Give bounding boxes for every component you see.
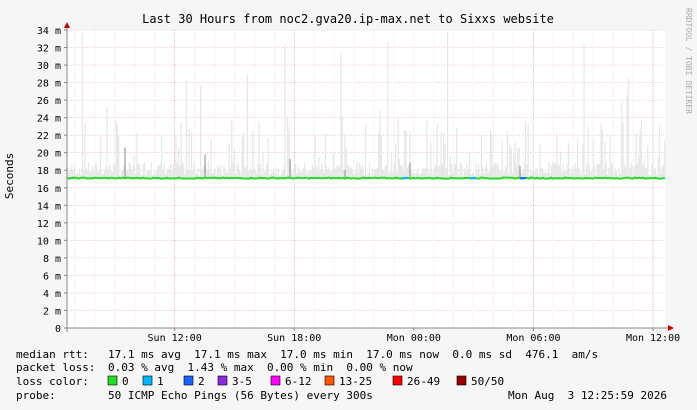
- loss-color-swatch: [270, 375, 281, 386]
- y-tick-label: 30 m: [37, 61, 61, 72]
- y-tick-label: 2 m: [43, 306, 61, 317]
- median-rtt-stats: 17.1 ms avg 17.1 ms max 17.0 ms min 17.0…: [108, 348, 598, 361]
- x-tick-label: Mon 12:00: [626, 333, 680, 344]
- loss-color-swatch: [107, 375, 118, 386]
- smokeping-graph: Last 30 Hours from noc2.gva20.ip-max.net…: [0, 0, 697, 410]
- median-rtt-label: median rtt:: [16, 348, 89, 361]
- loss-color-swatch-label: 1: [157, 375, 164, 388]
- loss-color-label: loss color:: [16, 375, 89, 388]
- y-tick-label: 0: [55, 324, 61, 335]
- loss-color-swatch-label: 50/50: [471, 375, 504, 388]
- loss-color-swatch: [217, 375, 228, 386]
- loss-color-swatch-label: 0: [122, 375, 129, 388]
- median-rtt-series: [66, 176, 666, 180]
- y-tick-label: 6 m: [43, 271, 61, 282]
- y-tick-label: 18 m: [37, 166, 61, 177]
- loss-color-swatch: [183, 375, 194, 386]
- y-tick-label: 16 m: [37, 184, 61, 195]
- y-tick-label: 14 m: [37, 201, 61, 212]
- loss-color-swatch-label: 6-12: [285, 375, 312, 388]
- y-tick-label: 24 m: [37, 114, 61, 125]
- y-tick-label: 34 m: [37, 26, 61, 37]
- loss-color-swatch-label: 26-49: [407, 375, 440, 388]
- loss-color-swatch-label: 2: [198, 375, 205, 388]
- loss-color-swatch: [142, 375, 153, 386]
- loss-color-swatch: [456, 375, 467, 386]
- y-tick-label: 22 m: [37, 131, 61, 142]
- x-tick-label: Mon 06:00: [506, 333, 560, 344]
- x-tick-label: Sun 18:00: [267, 333, 321, 344]
- packet-loss-label: packet loss:: [16, 361, 95, 374]
- probe-label: probe:: [16, 389, 56, 402]
- probe-description: 50 ICMP Echo Pings (56 Bytes) every 300s: [108, 389, 373, 402]
- y-tick-label: 32 m: [37, 44, 61, 55]
- y-tick-label: 12 m: [37, 219, 61, 230]
- median-rtt-line: [66, 176, 666, 180]
- y-axis-label: Seconds: [3, 153, 16, 199]
- y-tick-label: 4 m: [43, 289, 61, 300]
- packet-loss-stats: 0.03 % avg 1.43 % max 0.00 % min 0.00 % …: [108, 361, 413, 374]
- x-tick-label: Mon 00:00: [387, 333, 441, 344]
- rrdtool-watermark: RRDTOOL / TOBI OETIKER: [684, 8, 693, 114]
- y-tick-label: 10 m: [37, 236, 61, 247]
- y-tick-label: 8 m: [43, 254, 61, 265]
- loss-color-swatch: [392, 375, 403, 386]
- y-tick-label: 28 m: [37, 79, 61, 90]
- x-tick-label: Sun 12:00: [148, 333, 202, 344]
- timestamp: Mon Aug 3 12:25:59 2026: [508, 389, 667, 402]
- loss-color-swatch-label: 13-25: [339, 375, 372, 388]
- y-tick-label: 20 m: [37, 149, 61, 160]
- chart-title: Last 30 Hours from noc2.gva20.ip-max.net…: [142, 12, 554, 26]
- y-tick-label: 26 m: [37, 96, 61, 107]
- loss-color-swatch: [324, 375, 335, 386]
- loss-color-swatch-label: 3-5: [232, 375, 252, 388]
